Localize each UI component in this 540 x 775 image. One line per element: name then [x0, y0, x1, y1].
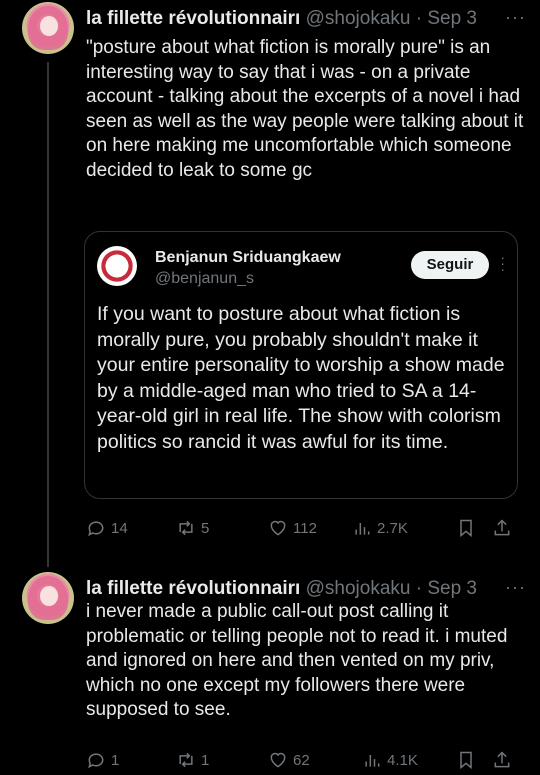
post-date[interactable]: Sep 3 [427, 578, 477, 599]
quote-more-icon[interactable]: · · · [500, 250, 505, 276]
handle[interactable]: @shojokaku [306, 8, 411, 29]
views-icon [365, 755, 380, 767]
share-button[interactable] [492, 516, 512, 540]
handle[interactable]: @shojokaku [306, 578, 411, 599]
post-2[interactable]: la fillette révolutionnairı @shojokaku ·… [0, 570, 540, 775]
post-date[interactable]: Sep 3 [427, 8, 477, 29]
display-name[interactable]: la fillette révolutionnairı [86, 578, 300, 599]
like-button[interactable]: 112 [268, 516, 317, 540]
repost-button[interactable]: 1 [176, 748, 209, 772]
reply-icon [88, 521, 104, 537]
avatar[interactable] [22, 2, 74, 54]
like-button[interactable]: 62 [268, 748, 310, 772]
like-count: 62 [293, 751, 310, 769]
follow-button[interactable]: Seguir [411, 251, 489, 279]
avatar[interactable] [22, 572, 74, 624]
quote-avatar[interactable] [97, 246, 137, 286]
action-bar: 1 1 62 4.1K [86, 748, 516, 772]
quote-handle[interactable]: @benjanun_s [155, 270, 254, 288]
reply-button[interactable]: 1 [86, 748, 119, 772]
repost-button[interactable]: 5 [176, 516, 209, 540]
post-text: "posture about what fiction is morally p… [86, 37, 524, 181]
repost-icon [179, 752, 193, 768]
views-count: 2.7K [377, 519, 408, 537]
post-1[interactable]: la fillette révolutionnairı @shojokaku ·… [0, 0, 540, 570]
like-icon [270, 752, 286, 768]
share-button[interactable] [492, 748, 512, 772]
reply-icon [88, 753, 104, 769]
bookmark-icon [460, 751, 472, 770]
repost-count: 5 [201, 519, 210, 537]
bookmark-button[interactable] [456, 516, 476, 540]
repost-count: 1 [201, 751, 210, 769]
separator: · [415, 8, 423, 29]
views-button[interactable]: 4.1K [362, 748, 418, 772]
views-count: 4.1K [387, 751, 418, 769]
post-header: la fillette révolutionnairı @shojokaku ·… [86, 577, 526, 601]
separator: · [415, 578, 423, 599]
quoted-post[interactable]: Benjanun Sriduangkaew @benjanun_s Seguir… [84, 231, 518, 499]
views-button[interactable]: 2.7K [352, 516, 408, 540]
share-icon [494, 519, 510, 536]
bookmark-icon [460, 519, 472, 538]
repost-icon [179, 520, 193, 536]
display-name[interactable]: la fillette révolutionnairı [86, 8, 300, 29]
bookmark-button[interactable] [456, 748, 476, 772]
like-count: 112 [293, 519, 317, 537]
more-options-button[interactable]: ··· [505, 5, 526, 29]
reply-count: 1 [111, 751, 120, 769]
like-icon [270, 520, 286, 536]
quote-text: If you want to posture about what fictio… [97, 303, 505, 453]
thread-line [47, 62, 49, 567]
reply-count: 14 [111, 519, 128, 537]
more-options-button[interactable]: ··· [505, 575, 526, 599]
action-bar: 14 5 112 2.7K [86, 516, 516, 540]
post-header: la fillette révolutionnairı @shojokaku ·… [86, 7, 526, 31]
share-icon [494, 751, 510, 768]
reply-button[interactable]: 14 [86, 516, 128, 540]
quote-display-name[interactable]: Benjanun Sriduangkaew [155, 249, 341, 267]
views-icon [355, 523, 370, 535]
post-text: i never made a public call-out post call… [86, 601, 508, 720]
